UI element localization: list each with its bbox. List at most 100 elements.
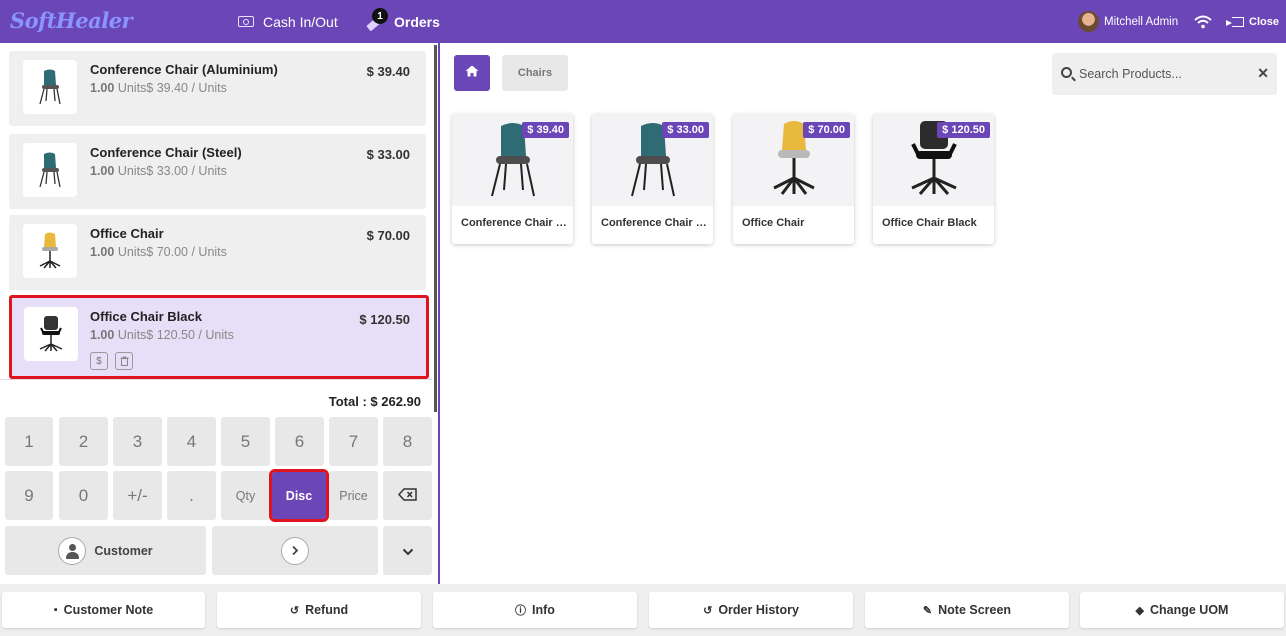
order-line-qty: 1.00 Units$ 120.50 / Units [90,328,234,342]
clear-search-icon[interactable]: ✕ [1257,65,1269,82]
price-mode-button[interactable]: Price [329,471,378,520]
next-button[interactable] [212,526,378,575]
product-search: ✕ [1052,53,1277,95]
product-card[interactable]: $ 120.50 Office Chair Black [873,114,994,244]
product-card[interactable]: $ 39.40 Conference Chair (Aluminium) [452,114,573,244]
order-line-price: $ 120.50 [359,312,410,327]
order-line[interactable]: Conference Chair (Steel) 1.00 Units$ 33.… [9,134,426,209]
close-button[interactable]: Close [1226,0,1279,43]
line-price-button[interactable]: $ [90,352,108,370]
product-price-badge: $ 120.50 [937,122,990,138]
product-price-badge: $ 33.00 [662,122,709,138]
breadcrumb-category[interactable]: Chairs [502,55,568,91]
note-screen-label: Note Screen [938,603,1012,617]
order-line-qty: 1.00 Units$ 70.00 / Units [90,245,227,259]
tag-icon: ◆ [1135,604,1144,617]
product-price-badge: $ 39.40 [522,122,569,138]
order-line-qty: 1.00 Units$ 39.40 / Units [90,81,227,95]
key-plus-minus[interactable]: +/- [113,471,162,520]
key-2[interactable]: 2 [59,417,108,466]
divider [0,379,432,380]
user-menu[interactable]: Mitchell Admin [1078,0,1178,43]
key-9[interactable]: 9 [5,471,53,520]
history-icon: ↺ [703,604,713,617]
product-name: Conference Chair (Aluminium) [461,217,567,229]
product-name: Conference Chair (Steel) [601,217,707,229]
orders-count-badge: 1 [372,8,388,24]
info-icon: ⓘ [515,605,527,617]
order-line[interactable]: Conference Chair (Aluminium) 1.00 Units$… [9,51,426,126]
conference-chair-icon [23,60,77,114]
undo-icon: ↺ [289,604,300,617]
panel-divider [438,43,440,584]
order-line-selected[interactable]: Office Chair Black 1.00 Units$ 120.50 / … [9,295,429,379]
key-0[interactable]: 0 [59,471,108,520]
refund-button[interactable]: ↺ Refund [217,592,421,628]
avatar [1078,11,1099,32]
app-logo: SoftHealer [10,8,133,33]
order-line-name: Conference Chair (Aluminium) [90,62,278,77]
order-panel: Conference Chair (Aluminium) 1.00 Units$… [0,43,438,584]
product-card[interactable]: $ 70.00 Office Chair [733,114,854,244]
refund-label: Refund [305,603,349,617]
chevron-right-icon [281,536,309,565]
user-name: Mitchell Admin [1104,15,1179,28]
product-price-badge: $ 70.00 [803,122,850,138]
product-card[interactable]: $ 33.00 Conference Chair (Steel) [592,114,713,244]
disc-mode-button[interactable]: Disc [269,469,329,522]
home-button[interactable] [454,55,490,91]
backspace-button[interactable] [383,471,432,520]
key-3[interactable]: 3 [113,417,162,466]
order-scrollbar[interactable] [434,45,437,412]
order-line-qty: 1.00 Units$ 33.00 / Units [90,164,227,178]
product-name: Office Chair [742,217,805,229]
close-label: Close [1249,15,1279,28]
customer-note-button[interactable]: ▪ Customer Note [2,592,205,628]
search-icon [1061,67,1072,78]
key-8[interactable]: 8 [383,417,432,466]
customer-button[interactable]: Customer [5,526,206,575]
qty-mode-button[interactable]: Qty [221,471,270,520]
order-line-price: $ 70.00 [366,228,410,243]
order-history-button[interactable]: ↺ Order History [649,592,853,628]
trash-icon[interactable] [115,352,133,370]
chevron-down-icon [402,541,414,561]
user-icon [58,536,87,565]
order-total: Total : $ 262.90 [328,394,421,409]
key-7[interactable]: 7 [329,417,378,466]
top-bar: SoftHealer Cash In/Out Orders 1 Mitchell… [0,0,1286,43]
order-line-name: Office Chair Black [90,309,202,324]
order-line[interactable]: Office Chair 1.00 Units$ 70.00 / Units $… [9,215,426,290]
home-icon [465,64,479,82]
change-uom-label: Change UOM [1149,603,1229,617]
search-input[interactable] [1079,64,1249,84]
key-5[interactable]: 5 [221,417,270,466]
cash-in-out-button[interactable]: Cash In/Out [238,0,338,43]
line-actions: $ [90,352,133,370]
order-line-price: $ 39.40 [366,64,410,79]
sign-out-icon [1226,16,1244,27]
customer-label: Customer [94,543,153,558]
change-uom-button[interactable]: ◆ Change UOM [1080,592,1284,628]
customer-note-label: Customer Note [63,603,154,617]
cash-in-out-label: Cash In/Out [263,13,338,30]
wifi-icon [1194,0,1212,43]
order-history-label: Order History [718,603,799,617]
key-4[interactable]: 4 [167,417,216,466]
note-icon: ▪ [53,604,58,616]
expand-button[interactable] [383,526,432,575]
key-decimal[interactable]: . [167,471,216,520]
key-6[interactable]: 6 [275,417,324,466]
key-1[interactable]: 1 [5,417,53,466]
order-line-price: $ 33.00 [366,147,410,162]
bottom-action-bar: ▪ Customer Note ↺ Refund ⓘ Info ↺ Order … [0,584,1286,636]
info-label: Info [532,603,555,617]
edit-icon: ✎ [922,604,933,617]
note-screen-button[interactable]: ✎ Note Screen [865,592,1069,628]
office-chair-black-icon [24,307,78,361]
info-button[interactable]: ⓘ Info [433,592,637,628]
money-icon [238,16,254,27]
orders-label: Orders [394,13,440,30]
office-chair-icon [23,224,77,278]
order-line-name: Office Chair [90,226,164,241]
